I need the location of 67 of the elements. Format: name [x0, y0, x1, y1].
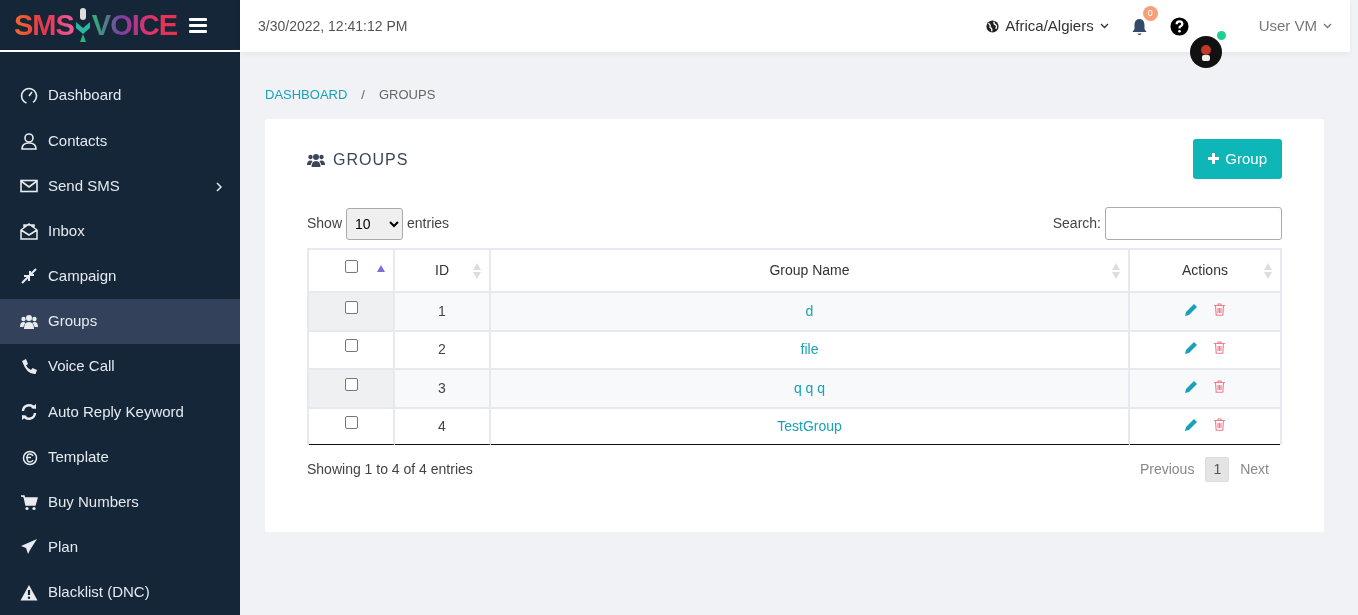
- caret-icon: [1323, 23, 1332, 29]
- row-checkbox[interactable]: [344, 300, 358, 314]
- user-icon: [20, 131, 38, 150]
- trash-icon[interactable]: [1214, 379, 1225, 393]
- table-cell: 2: [438, 341, 446, 358]
- users-icon: [20, 312, 38, 331]
- user-menu[interactable]: User VM: [1258, 14, 1332, 38]
- inbox-icon: [20, 222, 38, 241]
- refresh-icon: [20, 402, 38, 421]
- pencil-icon[interactable]: [1185, 379, 1198, 393]
- sidebar-item[interactable]: Inbox: [0, 208, 240, 254]
- table-cell: 4: [438, 417, 446, 434]
- column-header[interactable]: Actions: [1182, 262, 1228, 278]
- sidebar-item[interactable]: Contacts: [0, 118, 240, 164]
- sidebar-item[interactable]: Dashboard: [0, 73, 240, 119]
- sidebar-item[interactable]: Voice Call: [0, 344, 240, 390]
- breadcrumb-current: GROUPS: [379, 86, 436, 104]
- trash-icon[interactable]: [1214, 417, 1225, 431]
- plus-icon: [1208, 153, 1220, 165]
- menu-icon[interactable]: [189, 17, 208, 33]
- globe-icon: [986, 19, 1000, 33]
- phone-icon: [20, 357, 38, 376]
- avatar[interactable]: [1190, 36, 1222, 68]
- pencil-icon[interactable]: [1185, 341, 1198, 355]
- sidebar-item[interactable]: Auto Reply Keyword: [0, 389, 240, 435]
- notification-count: 0: [1142, 6, 1158, 21]
- table-cell: 1: [438, 302, 446, 319]
- users-icon: [307, 153, 325, 168]
- warning-icon: [20, 583, 38, 602]
- dashboard-icon: [20, 86, 38, 105]
- length-label: Show: [307, 214, 343, 233]
- sort-ascending-icon[interactable]: [377, 265, 385, 272]
- compress-arrows-icon: [20, 267, 38, 286]
- page-number[interactable]: 1: [1205, 457, 1230, 482]
- row-checkbox[interactable]: [344, 377, 358, 391]
- column-header[interactable]: Group Name: [769, 262, 850, 278]
- help-icon[interactable]: [1169, 16, 1189, 36]
- table-info: Showing 1 to 4 of 4 entries: [307, 460, 473, 479]
- timezone-dropdown[interactable]: Africa/Algiers: [986, 14, 1109, 38]
- datetime: 3/30/2022, 12:41:12 PM: [258, 16, 408, 36]
- cart-icon: [20, 493, 38, 512]
- sidebar-item[interactable]: Groups: [0, 298, 240, 345]
- table-cell: 3: [438, 379, 446, 396]
- search-field[interactable]: [1105, 207, 1282, 240]
- bell-icon[interactable]: [1130, 17, 1148, 36]
- row-checkbox[interactable]: [344, 339, 358, 353]
- template-icon: [20, 448, 38, 467]
- select-all-checkbox[interactable]: [344, 260, 358, 273]
- sidebar-item[interactable]: Plan: [0, 524, 240, 571]
- logo: SMS VOICE: [14, 8, 178, 42]
- sidebar-item[interactable]: Buy Numbers: [0, 479, 240, 525]
- search-label: Search:: [1052, 214, 1101, 233]
- entries-select[interactable]: 10: [346, 207, 404, 240]
- card-title: GROUPS: [333, 150, 409, 171]
- sidebar-item[interactable]: Campaign: [0, 253, 240, 299]
- trash-icon[interactable]: [1214, 341, 1225, 355]
- pencil-icon[interactable]: [1185, 417, 1198, 431]
- length-label: entries: [407, 214, 450, 233]
- trash-icon[interactable]: [1214, 302, 1225, 316]
- row-checkbox[interactable]: [344, 415, 358, 429]
- sidebar-item[interactable]: Blacklist (DNC): [0, 570, 240, 615]
- breadcrumb-separator: /: [361, 86, 365, 104]
- sidebar-item[interactable]: Template: [0, 434, 240, 480]
- column-header[interactable]: ID: [435, 262, 449, 278]
- sidebar-item[interactable]: Send SMS: [0, 163, 240, 209]
- caret-icon: [1099, 23, 1109, 29]
- pencil-icon[interactable]: [1185, 302, 1198, 316]
